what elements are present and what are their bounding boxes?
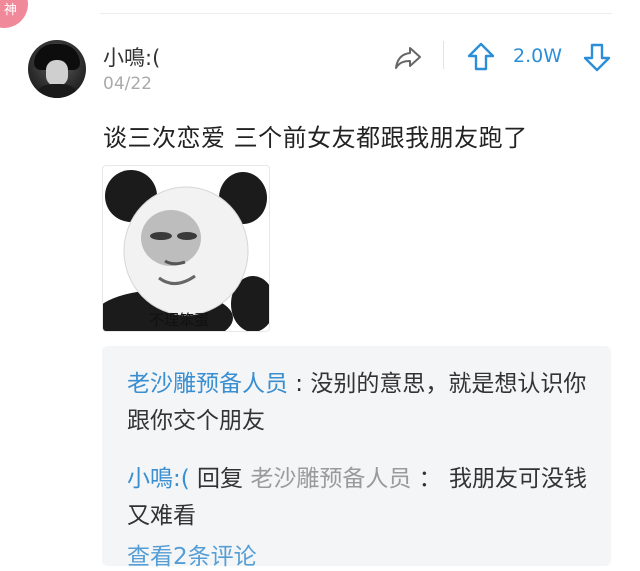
reply-word: 回复: [189, 466, 251, 492]
avatar[interactable]: [28, 40, 86, 98]
avatar-body: [32, 84, 82, 98]
reply-item: 小鳴:( 回复 老沙雕预备人员 ： 我朋友可没钱又难看: [127, 461, 597, 535]
reply-separator: ：: [411, 466, 449, 492]
downvote-button[interactable]: [582, 41, 612, 73]
reply-author[interactable]: 老沙雕预备人员: [127, 371, 288, 397]
avatar-face: [46, 60, 68, 86]
action-divider: [443, 41, 444, 69]
share-button[interactable]: [392, 41, 424, 73]
vote-count: 2.0W: [513, 45, 563, 67]
top-divider: [100, 13, 612, 14]
god-badge-label: 神: [4, 3, 18, 18]
reply-item: 老沙雕预备人员 : 没别的意思，就是想认识你跟你交个朋友: [127, 366, 597, 440]
reply-target[interactable]: 老沙雕预备人员: [250, 466, 411, 492]
reply-author[interactable]: 小鳴:(: [127, 466, 190, 492]
share-icon: [395, 47, 421, 69]
post-text: 谈三次恋爱 三个前女友都跟我朋友跑了: [103, 124, 528, 152]
god-badge: 神: [0, 0, 28, 28]
reply-separator: :: [288, 371, 311, 397]
meme-caption: 不理笨蛋: [148, 311, 209, 329]
post-username[interactable]: 小鳴:(: [103, 42, 160, 72]
view-more-replies-link[interactable]: 查看2条评论: [127, 537, 257, 571]
arrow-down-icon: [583, 43, 611, 72]
post-date: 04/22: [103, 74, 152, 94]
upvote-button[interactable]: [466, 41, 496, 73]
meme-image[interactable]: 不理笨蛋: [102, 165, 270, 332]
reply-box: 老沙雕预备人员 : 没别的意思，就是想认识你跟你交个朋友 小鳴:( 回复 老沙雕…: [102, 346, 611, 570]
arrow-up-icon: [467, 42, 495, 71]
panda-meme-icon: [103, 170, 269, 331]
